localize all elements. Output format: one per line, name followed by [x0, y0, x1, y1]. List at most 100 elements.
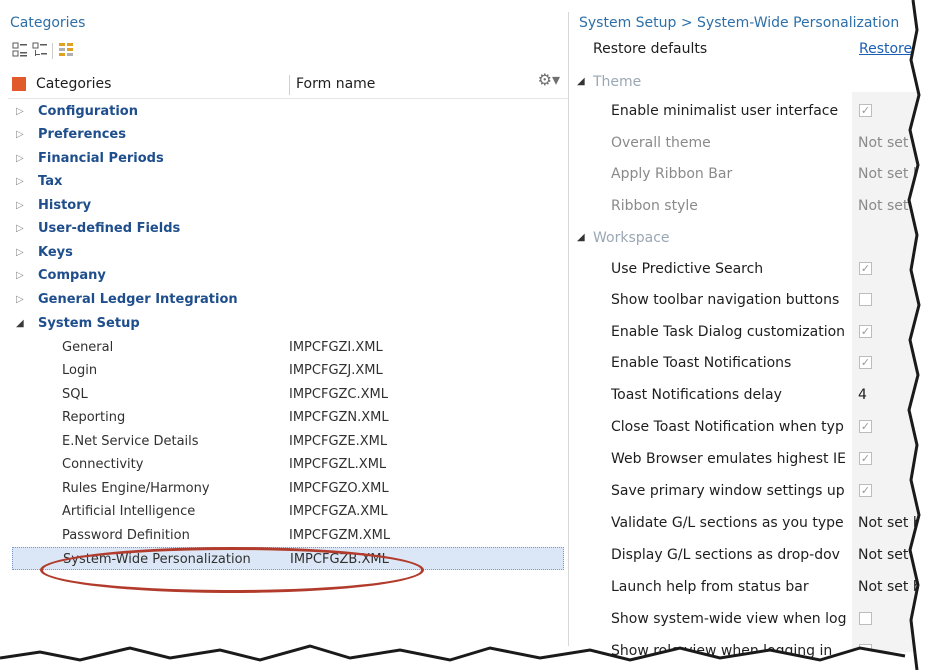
item-name: General: [62, 340, 114, 355]
expand-arrow-icon[interactable]: ▷: [16, 123, 24, 146]
collapse-all-icon[interactable]: [32, 42, 48, 58]
item-form: IMPCFGZJ.XML: [289, 363, 383, 378]
checkbox[interactable]: ✓: [859, 356, 872, 369]
list-item-connectivity[interactable]: Connectivity IMPCFGZL.XML: [8, 453, 568, 476]
category-label: Company: [38, 268, 106, 283]
prop-label: Apply Ribbon Bar: [611, 166, 733, 182]
expand-arrow-icon[interactable]: ▷: [16, 288, 24, 311]
item-form: IMPCFGZL.XML: [289, 457, 387, 472]
expand-arrow-icon[interactable]: ▷: [16, 241, 24, 264]
expand-arrow-icon[interactable]: ▷: [16, 217, 24, 240]
category-financial-periods[interactable]: ▷ Financial Periods: [8, 147, 568, 170]
group-theme[interactable]: ◢ Theme: [569, 68, 929, 96]
category-label: General Ledger Integration: [38, 292, 238, 307]
column-header: Categories Form name: [8, 72, 568, 99]
category-keys[interactable]: ▷ Keys: [8, 241, 568, 264]
prop-launch-help[interactable]: Launch help from status bar Not set b: [569, 572, 929, 603]
column-form-name[interactable]: Form name: [296, 76, 375, 92]
restore-defaults-row: Restore defaults Restore: [569, 34, 929, 65]
category-general-ledger-integration[interactable]: ▷ General Ledger Integration: [8, 288, 568, 311]
prop-overall-theme[interactable]: Overall theme Not set b: [569, 128, 929, 159]
prop-save-window-settings[interactable]: Save primary window settings up ✓: [569, 476, 929, 507]
category-label: Financial Periods: [38, 151, 164, 166]
prop-toast-delay[interactable]: Toast Notifications delay 4: [569, 380, 929, 411]
pane-title: Categories: [10, 15, 86, 31]
item-name: SQL: [62, 387, 88, 402]
expand-arrow-icon[interactable]: ▷: [16, 194, 24, 217]
category-user-defined-fields[interactable]: ▷ User-defined Fields: [8, 217, 568, 240]
prop-label: Enable Toast Notifications: [611, 355, 792, 371]
category-company[interactable]: ▷ Company: [8, 264, 568, 287]
prop-label: Close Toast Notification when typ: [611, 419, 844, 435]
item-name: Artificial Intelligence: [62, 504, 196, 519]
checkbox[interactable]: ✓: [859, 262, 872, 275]
prop-apply-ribbon-bar[interactable]: Apply Ribbon Bar Not set b: [569, 159, 929, 190]
column-divider[interactable]: [289, 75, 290, 95]
prop-label: Validate G/L sections as you type: [611, 515, 844, 531]
prop-predictive-search[interactable]: Use Predictive Search ✓: [569, 254, 929, 285]
prop-toolbar-nav-buttons[interactable]: Show toolbar navigation buttons: [569, 285, 929, 316]
category-label: Preferences: [38, 127, 126, 142]
checkbox[interactable]: ✓: [859, 104, 872, 117]
prop-display-gl-dropdown[interactable]: Display G/L sections as drop-dov Not set…: [569, 540, 930, 571]
list-item-password-definition[interactable]: Password Definition IMPCFGZM.XML: [8, 524, 568, 547]
highlight-annotation: [40, 547, 424, 593]
categories-pane: Categories ⚙▾ Categories Form name ▷ Con…: [8, 12, 569, 646]
prop-validate-gl[interactable]: Validate G/L sections as you type Not se…: [569, 508, 929, 539]
category-preferences[interactable]: ▷ Preferences: [8, 123, 568, 146]
prop-ribbon-style[interactable]: Ribbon style Not set b: [569, 191, 929, 222]
collapse-arrow-icon[interactable]: ◢: [16, 312, 24, 335]
checkbox[interactable]: ✓: [859, 420, 872, 433]
expand-all-icon[interactable]: [12, 42, 28, 58]
category-system-setup[interactable]: ◢ System Setup: [8, 312, 568, 335]
list-item-enet-service-details[interactable]: E.Net Service Details IMPCFGZE.XML: [8, 430, 568, 453]
category-label: History: [38, 198, 92, 213]
list-item-sql[interactable]: SQL IMPCFGZC.XML: [8, 383, 568, 406]
prop-label: Use Predictive Search: [611, 261, 764, 277]
collapse-arrow-icon[interactable]: ◢: [577, 224, 585, 252]
expand-arrow-icon[interactable]: ▷: [16, 100, 24, 123]
column-categories[interactable]: Categories: [36, 76, 111, 92]
checkbox[interactable]: ✓: [859, 325, 872, 338]
category-history[interactable]: ▷ History: [8, 194, 568, 217]
item-form: IMPCFGZO.XML: [289, 481, 389, 496]
category-label: Keys: [38, 245, 73, 260]
checkbox[interactable]: [859, 293, 872, 306]
checkbox[interactable]: [859, 612, 872, 625]
toolbar-divider: [52, 43, 53, 59]
list-item-general[interactable]: General IMPCFGZI.XML: [8, 336, 568, 359]
expand-arrow-icon[interactable]: ▷: [16, 264, 24, 287]
collapse-arrow-icon[interactable]: ◢: [577, 68, 585, 96]
personalization-pane: System Setup > System-Wide Personalizati…: [569, 12, 932, 659]
list-item-rules-engine[interactable]: Rules Engine/Harmony IMPCFGZO.XML: [8, 477, 568, 500]
checkbox[interactable]: ✓: [859, 452, 872, 465]
category-tax[interactable]: ▷ Tax: [8, 170, 568, 193]
item-name: E.Net Service Details: [62, 434, 199, 449]
prop-minimalist-ui[interactable]: Enable minimalist user interface ✓: [569, 96, 929, 127]
prop-web-browser-ie[interactable]: Web Browser emulates highest IE ✓: [569, 444, 929, 475]
prop-toast-notifications[interactable]: Enable Toast Notifications ✓: [569, 348, 929, 379]
torn-edge-bottom: [0, 644, 906, 670]
list-item-login[interactable]: Login IMPCFGZJ.XML: [8, 359, 568, 382]
category-label: User-defined Fields: [38, 221, 181, 236]
breadcrumb: System Setup > System-Wide Personalizati…: [579, 15, 900, 31]
item-name: Password Definition: [62, 528, 190, 543]
list-item-artificial-intelligence[interactable]: Artificial Intelligence IMPCFGZA.XML: [8, 500, 568, 523]
category-label: Configuration: [38, 104, 138, 119]
expand-arrow-icon[interactable]: ▷: [16, 147, 24, 170]
prop-value[interactable]: 4: [858, 380, 867, 411]
item-form: IMPCFGZI.XML: [289, 340, 383, 355]
list-item-reporting[interactable]: Reporting IMPCFGZN.XML: [8, 406, 568, 429]
torn-edge-right: [907, 0, 936, 670]
checkbox[interactable]: ✓: [859, 484, 872, 497]
prop-label: Toast Notifications delay: [611, 387, 782, 403]
category-configuration[interactable]: ▷ Configuration: [8, 100, 568, 123]
layout-icon[interactable]: [58, 42, 74, 58]
prop-task-dialog-customization[interactable]: Enable Task Dialog customization ✓: [569, 317, 929, 348]
expand-arrow-icon[interactable]: ▷: [16, 170, 24, 193]
restore-defaults-label: Restore defaults: [593, 41, 708, 57]
category-label: System Setup: [38, 316, 140, 331]
prop-close-toast[interactable]: Close Toast Notification when typ ✓: [569, 412, 929, 443]
group-workspace[interactable]: ◢ Workspace: [569, 224, 929, 252]
item-name: Rules Engine/Harmony: [62, 481, 210, 496]
